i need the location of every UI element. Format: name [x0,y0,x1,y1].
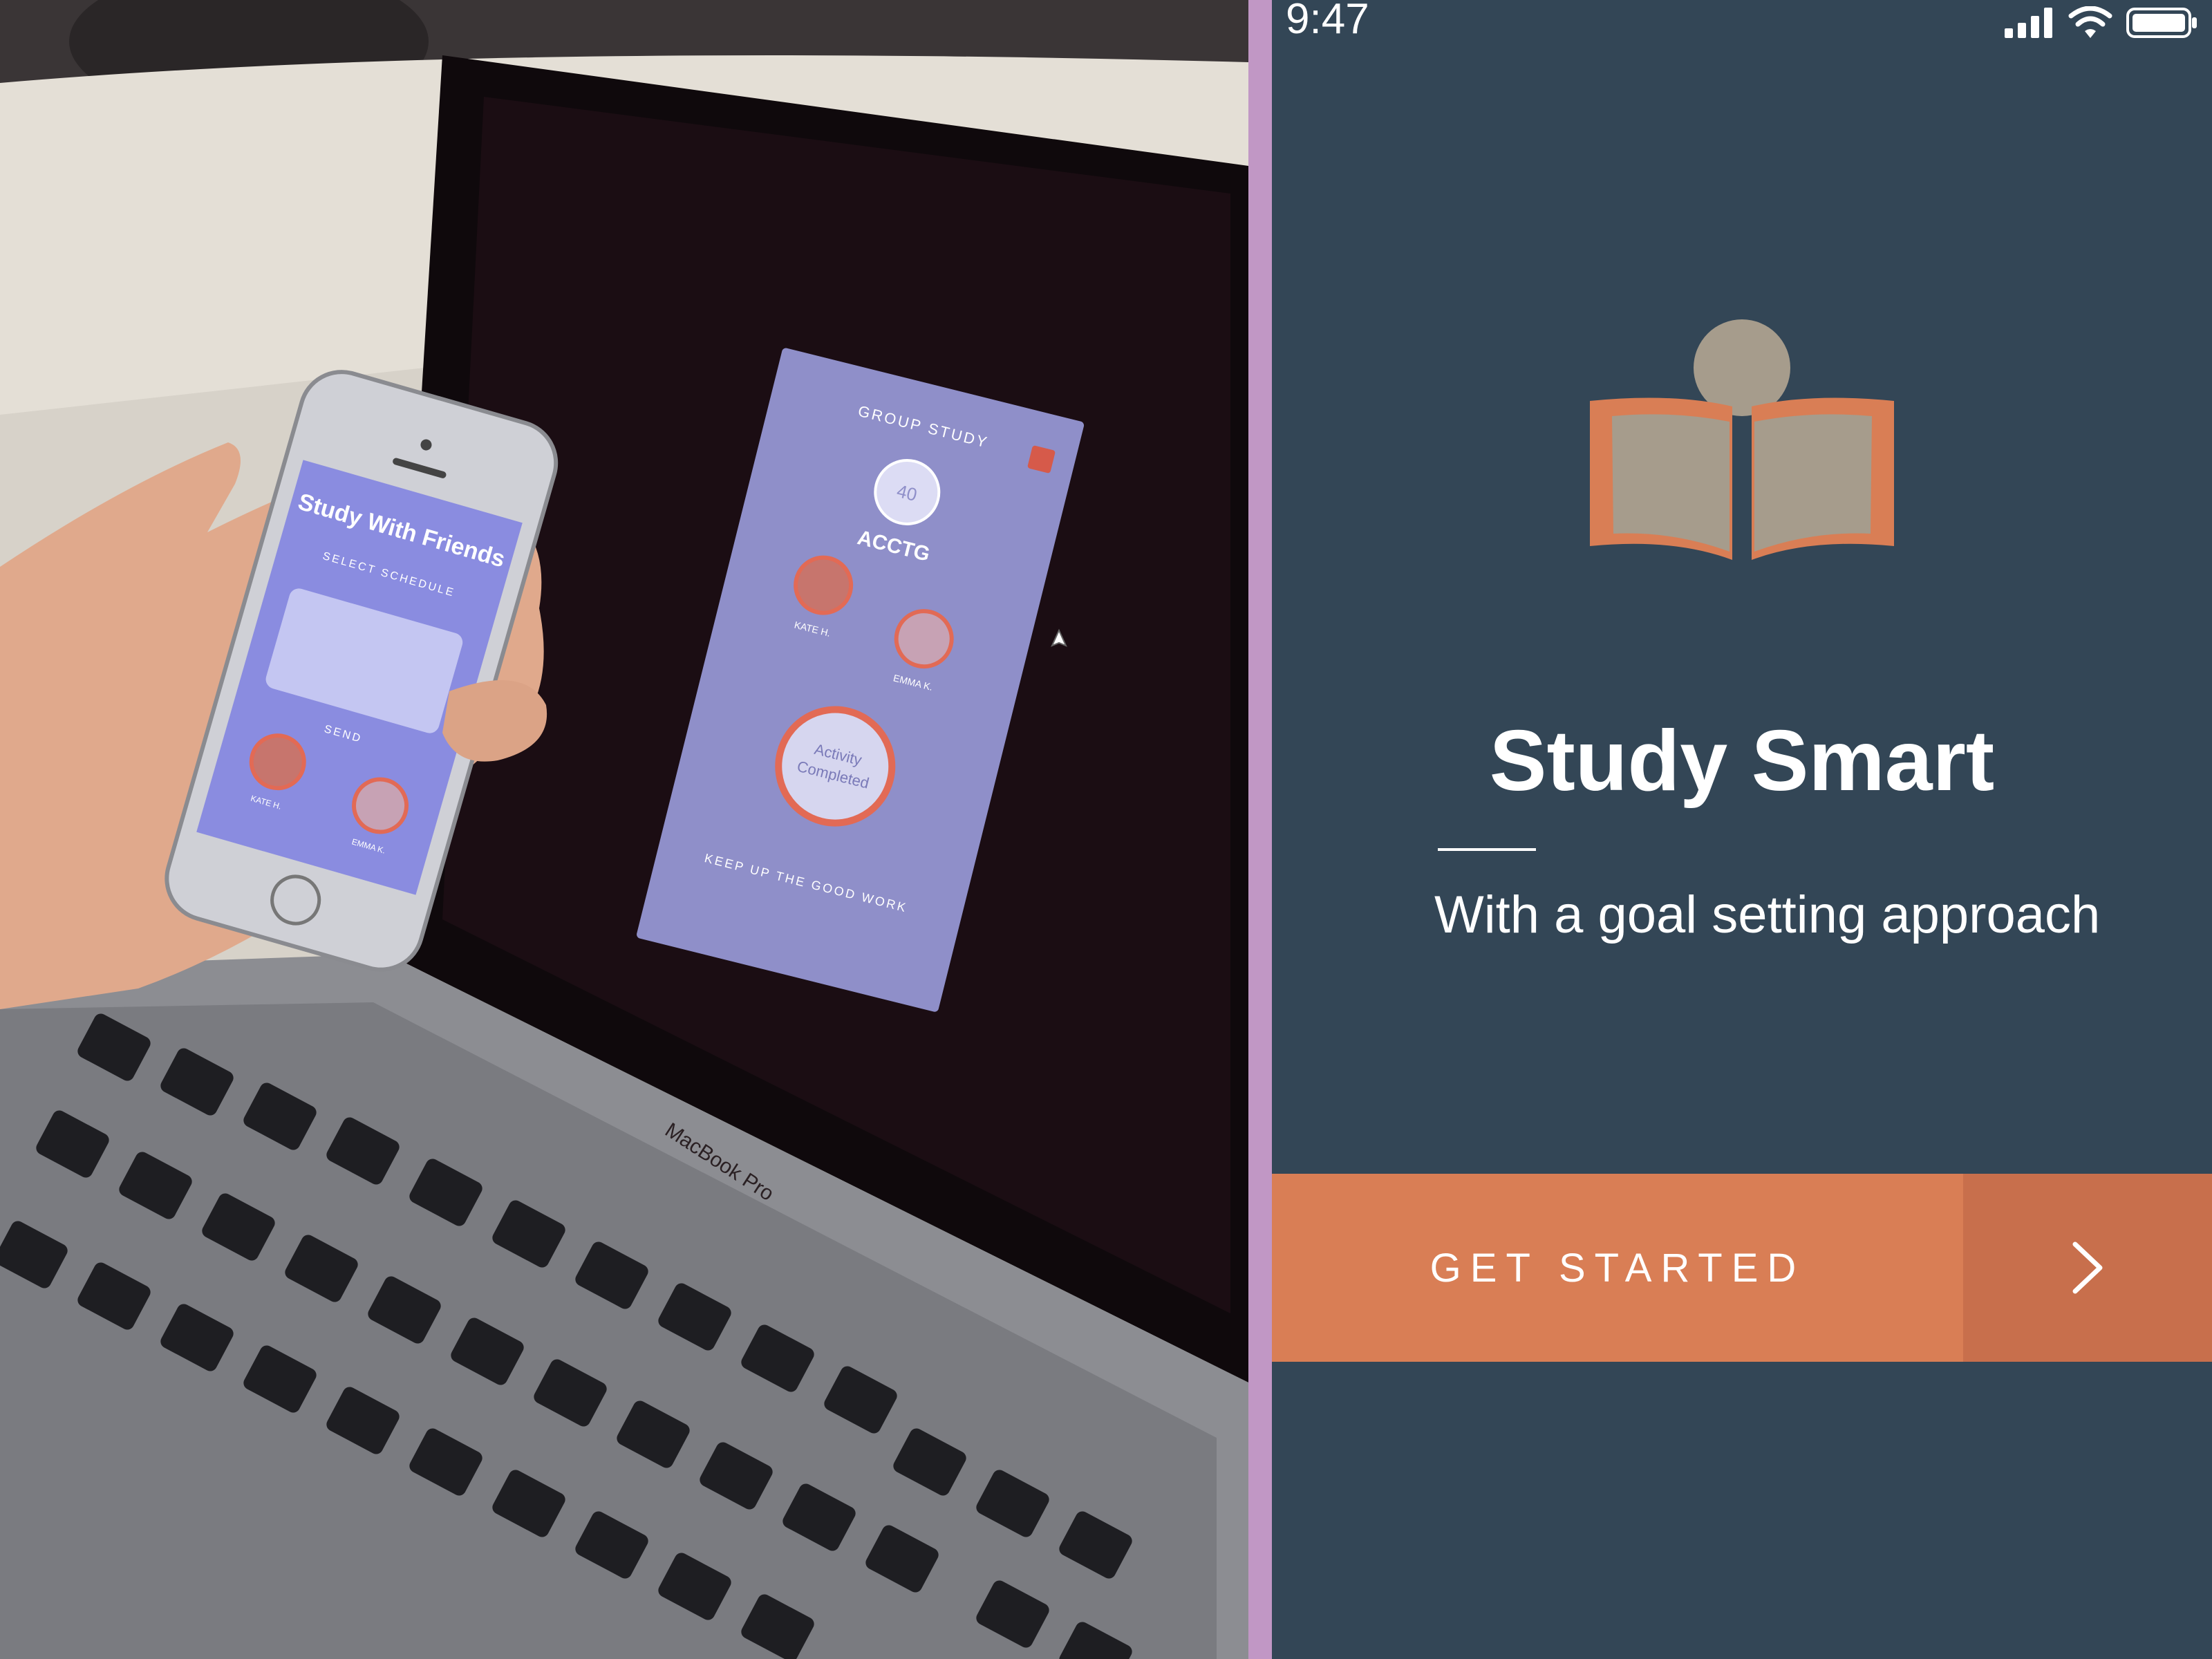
app-subtitle: With a goal setting approach [1434,885,2101,944]
get-started-button[interactable]: GET STARTED [1272,1174,2212,1362]
open-book-reader-icon [1590,319,1894,560]
status-time: 9:47 [1286,0,1369,43]
get-started-arrow[interactable] [1963,1174,2212,1362]
wifi-icon [2068,6,2112,38]
cellular-signal-icon [2005,8,2052,38]
status-bar-icons [2005,6,2198,40]
app-title: Study Smart [1489,713,1995,809]
battery-icon [2126,8,2197,38]
product-photo: MacBook Pro GROUP STUDY 40 ACCTG KATE H.… [0,0,1248,1659]
title-underline [1438,848,1536,851]
chevron-right-icon [2072,1241,2103,1294]
photo-illustration: MacBook Pro GROUP STUDY 40 ACCTG KATE H.… [0,0,1248,1659]
get-started-label: GET STARTED [1430,1245,1806,1291]
onboarding-screen: 9:47 Study Smart With a goal setting app… [1272,0,2212,1659]
panel-divider [1248,0,1272,1659]
